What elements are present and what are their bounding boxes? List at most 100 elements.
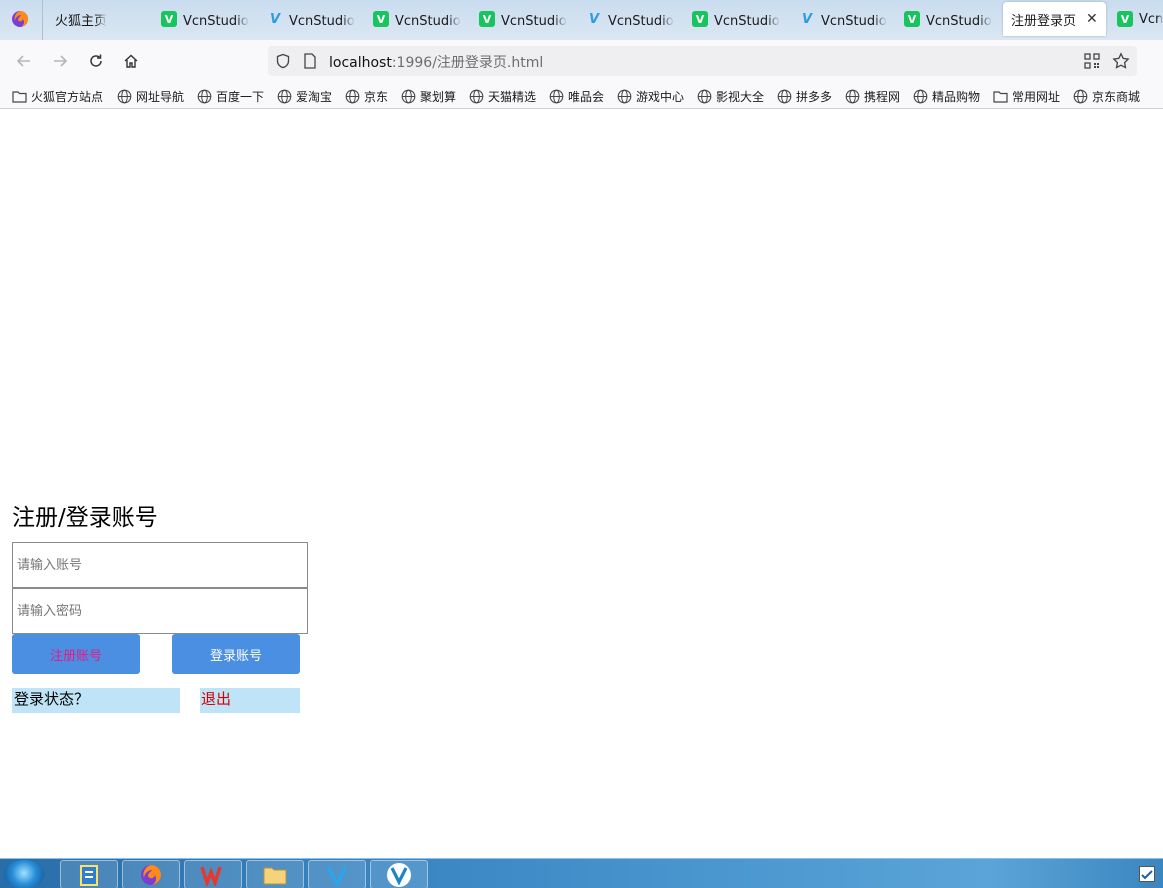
bookmark-label: 游戏中心: [636, 89, 685, 104]
globe-icon: [197, 89, 212, 103]
bookmark-label: 爱淘宝: [296, 89, 333, 104]
bookmark-label: 京东商城: [1092, 89, 1141, 104]
password-input[interactable]: [12, 588, 308, 634]
globe-icon: [117, 89, 132, 103]
login-button[interactable]: 登录账号: [172, 634, 300, 674]
bookmark-folder-official[interactable]: 火狐官方站点: [12, 87, 103, 105]
bookmark-item[interactable]: 拼多多: [777, 87, 832, 105]
reload-icon[interactable]: [85, 50, 107, 72]
vcnstudio-icon: V: [479, 11, 495, 27]
vcnstudio-icon: V: [373, 11, 389, 27]
bookmark-label: 聚划算: [420, 89, 457, 104]
login-status-label: 登录状态？: [12, 688, 180, 713]
bookmark-item[interactable]: 聚划算: [401, 87, 456, 105]
tab-vcnstudio-6[interactable]: V VcnStudio开: [692, 0, 780, 38]
tab-label: VcnStudio开: [501, 13, 567, 29]
tab-vcnstudio-8[interactable]: V VcnStudio开: [904, 0, 992, 38]
taskbar-wps[interactable]: [184, 860, 242, 888]
tab-separator: [42, 0, 43, 40]
home-icon[interactable]: [120, 50, 142, 72]
bookmark-item[interactable]: 京东商城: [1073, 87, 1140, 105]
tab-vcnstudio-5[interactable]: V VcnStudio中: [586, 0, 674, 38]
windows-taskbar: [0, 858, 1163, 888]
tab-label: 注册登录页: [1011, 13, 1077, 29]
vcnstudio-icon: [387, 862, 411, 887]
bookmark-label: 常用网址: [1012, 89, 1061, 104]
tab-label: VcnStudio中: [289, 13, 355, 29]
tab-vcnstudio-2[interactable]: V VcnStudio中: [267, 0, 355, 38]
bookmark-item[interactable]: 唯品会: [549, 87, 604, 105]
bookmark-label: 拼多多: [796, 89, 833, 104]
shield-icon[interactable]: [275, 53, 291, 73]
bookmark-item[interactable]: 爱淘宝: [277, 87, 332, 105]
vcnstudio-v-icon: V: [801, 11, 813, 27]
tab-vcnstudio-9[interactable]: V VcnS: [1117, 0, 1163, 38]
tab-vcnstudio-7[interactable]: V VcnStudio中: [799, 0, 887, 38]
vcnstudio-icon: V: [1117, 11, 1133, 27]
vcnstudio-icon: V: [692, 11, 708, 27]
tray-checkbox-icon[interactable]: [1139, 866, 1155, 882]
taskbar-vcnstudio-1[interactable]: [308, 860, 366, 888]
bookmark-item[interactable]: 携程网: [845, 87, 900, 105]
bookmark-label: 精品购物: [932, 89, 981, 104]
vcnstudio-v-icon: V: [588, 11, 600, 27]
tab-vcnstudio-3[interactable]: V VcnStudio开: [373, 0, 461, 38]
tab-vcnstudio-4[interactable]: V VcnStudio开: [479, 0, 567, 38]
globe-icon: [345, 89, 360, 103]
bookmark-item[interactable]: 百度一下: [197, 87, 264, 105]
bookmark-item[interactable]: 影视大全: [697, 87, 764, 105]
tab-label: 火狐主页: [55, 13, 108, 29]
url-text[interactable]: localhost:1996/注册登录页.html: [329, 52, 543, 72]
qr-code-icon[interactable]: [1084, 53, 1100, 73]
url-bar[interactable]: localhost:1996/注册登录页.html: [268, 46, 1137, 76]
tab-label: VcnStudio开: [183, 13, 249, 29]
bookmark-item[interactable]: 精品购物: [913, 87, 980, 105]
bookmark-item[interactable]: 京东: [345, 87, 388, 105]
logout-link[interactable]: 退出: [200, 688, 300, 713]
page-icon: [303, 53, 317, 73]
bookmark-label: 携程网: [864, 89, 901, 104]
tab-label: VcnStudio开: [714, 13, 780, 29]
bookmark-label: 影视大全: [716, 89, 765, 104]
vcnstudio-v-icon: [326, 865, 348, 886]
globe-icon: [697, 89, 712, 103]
globe-icon: [277, 89, 292, 103]
tab-label: VcnStudio中: [821, 13, 887, 29]
bookmark-item[interactable]: 网址导航: [117, 87, 184, 105]
firefox-icon: [141, 864, 161, 885]
register-button[interactable]: 注册账号: [12, 634, 140, 674]
bookmark-label: 京东: [364, 89, 389, 104]
account-input[interactable]: [12, 542, 308, 588]
start-button-icon[interactable]: [4, 860, 44, 888]
url-host: localhost: [329, 55, 392, 71]
url-path: :1996/注册登录页.html: [391, 55, 544, 71]
globe-icon: [549, 89, 564, 103]
close-tab-icon[interactable]: ✕: [1086, 11, 1098, 27]
taskbar-notes-app[interactable]: [60, 860, 118, 888]
navigation-bar: localhost:1996/注册登录页.html: [0, 40, 1163, 82]
tab-label: VcnStudio开: [395, 13, 461, 29]
bookmark-item[interactable]: 游戏中心: [617, 87, 684, 105]
forward-arrow-icon[interactable]: [49, 50, 71, 72]
bookmark-label: 火狐官方站点: [31, 89, 104, 104]
vcnstudio-icon: V: [161, 11, 177, 27]
tab-label: VcnStudio中: [608, 13, 674, 29]
tab-vcnstudio-1[interactable]: V VcnStudio开: [161, 0, 249, 38]
taskbar-explorer[interactable]: [246, 860, 304, 888]
bookmark-star-icon[interactable]: [1112, 52, 1130, 74]
bookmark-label: 唯品会: [568, 89, 605, 104]
globe-icon: [401, 89, 416, 103]
tab-label: VcnStudio开: [926, 13, 992, 29]
tab-home[interactable]: 火狐主页: [55, 0, 150, 38]
bookmark-item[interactable]: 天猫精选: [469, 87, 536, 105]
globe-icon: [845, 89, 860, 103]
page-content: 注册/登录账号 注册账号 登录账号 登录状态？ 退出: [0, 110, 1163, 858]
bookmark-label: 天猫精选: [488, 89, 537, 104]
taskbar-firefox[interactable]: [122, 860, 180, 888]
tab-strip: 火狐主页 V VcnStudio开 V VcnStudio中 V VcnStud…: [0, 0, 1163, 40]
taskbar-vcnstudio-2[interactable]: [370, 860, 428, 888]
tab-active-login[interactable]: 注册登录页 ✕: [1003, 2, 1106, 36]
firefox-menu-icon[interactable]: [8, 0, 32, 38]
bookmark-folder-common[interactable]: 常用网址: [993, 87, 1060, 105]
back-arrow-icon[interactable]: [13, 50, 35, 72]
